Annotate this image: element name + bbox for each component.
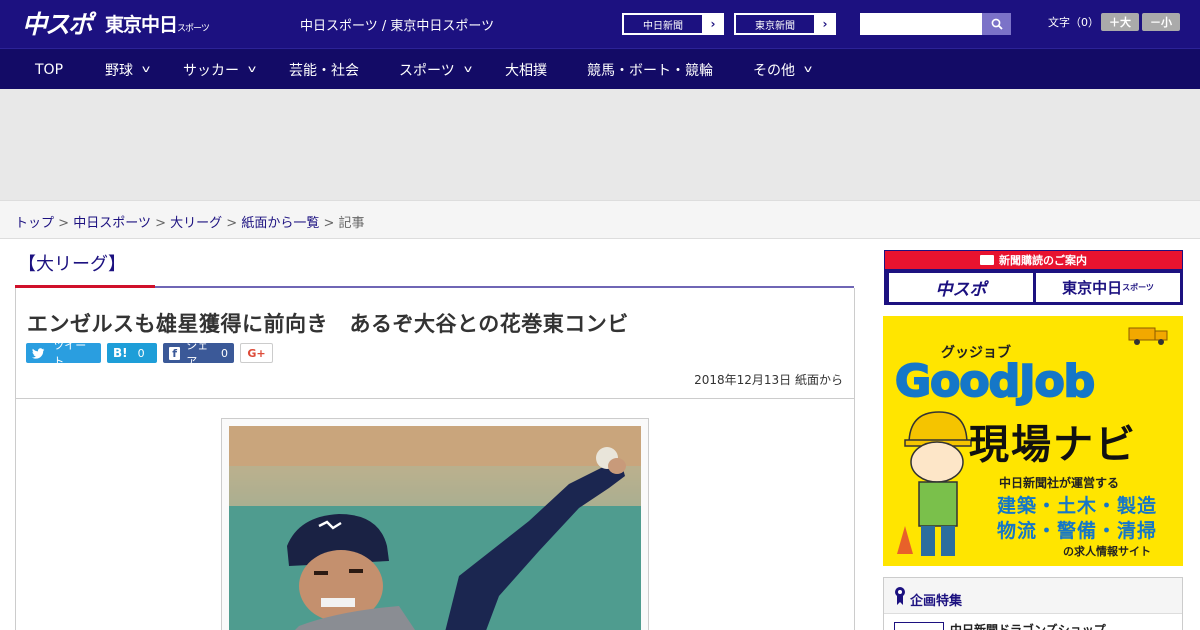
ad-banner-area [0,89,1200,200]
nav-item-other[interactable]: その他 v [753,49,813,90]
category-title: 【大リーグ】 [18,254,126,275]
article-photo [229,426,641,630]
goodjob-categories-1: 建築・土木・製造 [997,495,1158,517]
breadcrumb-chunichi-sports[interactable]: 中日スポーツ [73,216,151,231]
chevron-down-icon: v [463,64,472,75]
breadcrumb-current: 記事 [338,216,365,231]
tokyo-shimbun-link-button[interactable]: 東京新聞 › [734,13,836,35]
hatena-bookmark-button[interactable]: B! 0 [107,343,157,363]
feature-section: 企画特集 中日新聞ドラゴンズショップ [883,577,1183,630]
hatena-icon: B! [113,346,128,360]
search-icon [991,18,1003,30]
nav-item-baseball[interactable]: 野球 v [105,49,151,90]
feature-item-dragons-shop[interactable]: 中日新聞ドラゴンズショップ [950,621,1106,630]
chevron-down-icon: v [803,64,813,75]
article-date: 2018年12月13日 紙面から [694,373,843,387]
nav-item-sumo[interactable]: 大相撲 [505,49,547,90]
subscribe-chuspo-button[interactable]: 中スポ [889,273,1033,302]
facebook-share-button[interactable]: f シェア 0 [163,339,234,368]
chevron-right-icon: › [710,17,716,31]
logo-chuspo: 中スポ [22,10,93,39]
goodjob-navi-ad[interactable]: グッジョブ GoodJob 現場ナビ 中日新聞社が運営する 建築・土木・製造 物… [883,316,1183,566]
font-size-label: 文字（0） [1048,16,1099,29]
feature-header: 企画特集 [884,578,1182,614]
main-nav: TOP 野球 v サッカー v 芸能・社会 スポーツ v 大相撲 競馬・ボート・競輪 … [0,48,1200,89]
chunichi-link-button[interactable]: 中日新聞 › [622,13,724,35]
twitter-icon [32,347,45,359]
divider [16,398,854,399]
nav-item-top[interactable]: TOP [35,49,63,90]
goodjob-tagline: の求人情報サイト [1063,545,1151,558]
subscribe-tokyo-chunichi-button[interactable]: 東京中日 スポーツ [1036,273,1180,302]
font-size-up-button[interactable]: ＋大 [1101,13,1139,31]
google-plus-button[interactable]: G+ [240,343,273,363]
subscription-header: 新聞購読のご案内 [885,251,1182,269]
award-ribbon-icon [895,587,905,605]
goodjob-navi-title: 現場ナビ [969,422,1137,468]
breadcrumb-mlb[interactable]: 大リーグ [170,216,222,231]
search-button[interactable] [982,13,1011,35]
truck-icon [1128,327,1168,345]
nav-item-sports[interactable]: スポーツ v [399,49,472,90]
nav-item-racing[interactable]: 競馬・ボート・競輪 [587,49,713,90]
tweet-button[interactable]: ツイート [26,339,101,368]
site-title[interactable]: 中日スポーツ / 東京中日スポーツ [300,15,494,34]
breadcrumb-top[interactable]: トップ [15,216,54,231]
goodjob-logo: GoodJob [894,355,1096,408]
chevron-down-icon: v [141,64,151,75]
feature-thumbnail[interactable] [894,622,944,630]
search-input[interactable] [860,13,982,35]
site-logo[interactable]: 中スポ 東京中日スポーツ [22,6,210,40]
article-headline: エンゼルスも雄星獲得に前向き あるぞ大谷との花巻東コンビ [27,312,629,336]
goodjob-categories-2: 物流・警備・清掃 [997,520,1158,542]
nav-item-entertainment[interactable]: 芸能・社会 [289,49,359,90]
worker-illustration [897,411,972,556]
chevron-right-icon: › [822,17,828,31]
goodjob-operator: 中日新聞社が運営する [999,476,1120,490]
site-header: 中スポ 東京中日スポーツ 中日スポーツ / 東京中日スポーツ 中日新聞 › 東京… [0,0,1200,48]
font-size-down-button[interactable]: －小 [1142,13,1180,31]
nav-item-soccer[interactable]: サッカー v [183,49,257,90]
breadcrumb-print-list[interactable]: 紙面から一覧 [241,216,319,231]
pitcher-photo-image [229,426,641,630]
logo-tokyo-chunichi: 東京中日スポーツ [105,13,210,36]
breadcrumb: トップ > 中日スポーツ > 大リーグ > 紙面から一覧 > 記事 [0,200,1200,239]
chevron-down-icon: v [247,64,257,75]
facebook-icon: f [169,346,181,360]
subscription-banner[interactable]: 新聞購読のご案内 中スポ 東京中日 スポーツ [884,250,1183,305]
newspaper-icon [980,255,994,265]
